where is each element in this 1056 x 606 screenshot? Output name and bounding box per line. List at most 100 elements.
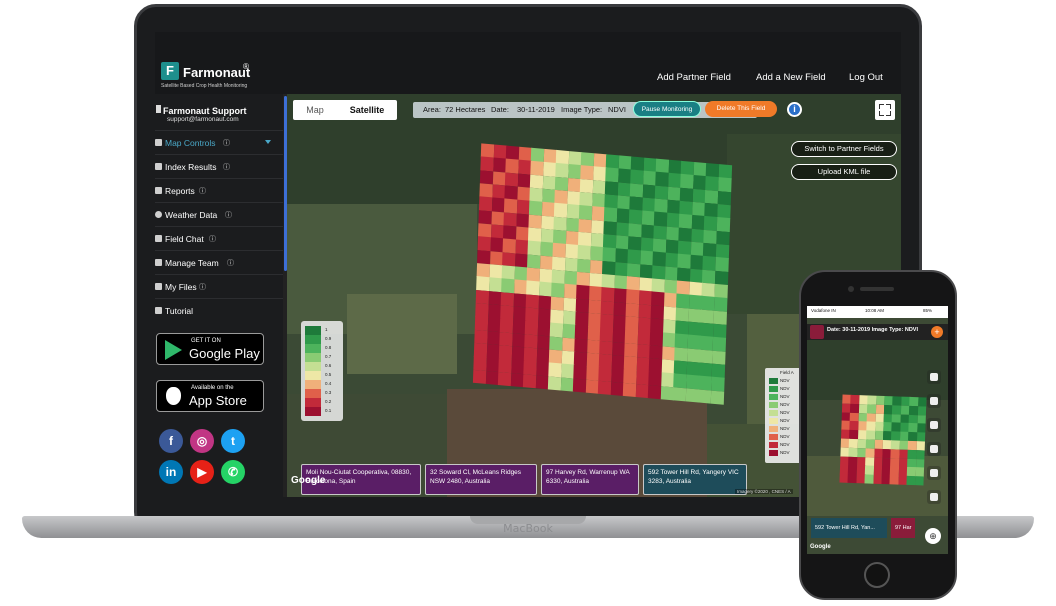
sidebar-item-map-controls[interactable]: Map Controls ⓘ — [155, 130, 283, 154]
sidebar-item-label: Reports — [165, 186, 195, 196]
legend-swatch — [305, 407, 321, 416]
legend-item: NDV — [780, 426, 790, 431]
carrier-text: Vodafone IN — [811, 308, 836, 313]
tutorial-icon — [155, 307, 162, 314]
chart-icon[interactable] — [927, 394, 941, 408]
sidebar-item-weather-data[interactable]: Weather Data ⓘ — [155, 202, 283, 226]
legend-swatch — [769, 394, 778, 400]
whatsapp-icon[interactable]: ✆ — [221, 460, 245, 484]
address-card[interactable]: 592 Tower Hill Rd, Yangery VIC 3283, Aus… — [643, 464, 747, 495]
legend-value: 0.9 — [325, 336, 332, 341]
laptop-screen: F Farmonaut ® Satellite Based Crop Healt… — [155, 32, 901, 497]
legend-value: 0.1 — [325, 408, 332, 413]
sidebar-item-tutorial[interactable]: Tutorial — [155, 298, 283, 322]
add-partner-field-link[interactable]: Add Partner Field — [657, 72, 731, 83]
support-email[interactable]: support@farmonaut.com — [167, 116, 239, 123]
upload-kml-button[interactable]: Upload KML file — [791, 164, 897, 180]
legend-swatch — [769, 402, 778, 408]
ndvi-cell — [710, 390, 724, 406]
phone-title: Date: 30-11-2019 Image Type: NDVI — [827, 327, 918, 333]
legend-value: 1 — [325, 327, 328, 332]
sidebar-item-label: My Files — [165, 282, 197, 292]
ndvi-cell — [585, 379, 599, 395]
chat-icon[interactable] — [927, 466, 941, 480]
sidebar-item-my-files[interactable]: My Files ⓘ — [155, 274, 283, 298]
phone-home-button[interactable] — [864, 562, 890, 588]
brand-name[interactable]: Farmonaut — [183, 65, 250, 80]
ndvi-field-overlay[interactable] — [839, 394, 927, 486]
add-new-field-link[interactable]: Add a New Field — [756, 72, 826, 83]
back-arrow-icon[interactable] — [810, 325, 824, 339]
twitter-icon[interactable]: t — [221, 429, 245, 453]
info-icon[interactable]: ⓘ — [225, 210, 232, 220]
farmonaut-logo-icon[interactable]: F — [161, 62, 179, 80]
legend-swatch — [305, 371, 321, 380]
cloud-icon[interactable] — [927, 442, 941, 456]
legend-swatch — [769, 386, 778, 392]
legend-item: NDV — [780, 442, 790, 447]
legend-swatch — [769, 450, 778, 456]
linkedin-icon[interactable]: in — [159, 460, 183, 484]
google-play-button[interactable]: GET IT ON Google Play — [156, 333, 264, 365]
legend-swatch — [769, 378, 778, 384]
registered-mark: ® — [243, 62, 249, 71]
fullscreen-icon[interactable] — [875, 100, 895, 120]
instagram-icon[interactable]: ◎ — [190, 429, 214, 453]
image-type-label: Image Type: — [561, 105, 603, 114]
phone-speaker — [860, 287, 894, 291]
ndvi-cell — [597, 380, 612, 396]
sidebar-item-reports[interactable]: Reports ⓘ — [155, 178, 283, 202]
report-icon[interactable] — [927, 418, 941, 432]
help-icon[interactable]: i — [787, 102, 802, 117]
info-icon[interactable]: ⓘ — [227, 258, 234, 268]
info-icon[interactable]: ⓘ — [209, 234, 216, 244]
info-icon[interactable]: ⓘ — [223, 138, 230, 148]
tab-satellite[interactable]: Satellite — [337, 100, 397, 120]
trash-icon[interactable] — [927, 490, 941, 504]
info-icon[interactable]: ⓘ — [199, 282, 206, 292]
legend-item: NDV — [780, 394, 790, 399]
sidebar-item-field-chat[interactable]: Field Chat ⓘ — [155, 226, 283, 250]
sidebar-item-label: Weather Data — [165, 210, 218, 220]
legend-item: NDV — [780, 378, 790, 383]
address-card[interactable]: 97 Har — [891, 518, 915, 538]
address-card[interactable]: 32 Soward Cl, McLeans Ridges NSW 2480, A… — [425, 464, 537, 495]
legend-item: NDV — [780, 402, 790, 407]
ndvi-cell — [547, 376, 562, 391]
sidebar-item-manage-team[interactable]: Manage Team ⓘ — [155, 250, 283, 274]
ndvi-field-overlay[interactable] — [472, 143, 732, 406]
app-store-button[interactable]: Available on the App Store — [156, 380, 264, 412]
youtube-icon[interactable]: ▶ — [190, 460, 214, 484]
status-bar: Vodafone IN 10:08 AM 85% — [807, 306, 948, 318]
cloud-icon — [155, 211, 162, 218]
legend-swatch — [305, 326, 321, 335]
sidebar-item-index-results[interactable]: Index Results ⓘ — [155, 154, 283, 178]
address-card[interactable]: 97 Harvey Rd, Warrenup WA 6330, Australi… — [541, 464, 639, 495]
switch-partner-fields-button[interactable]: Switch to Partner Fields — [791, 141, 897, 157]
info-icon[interactable]: ⓘ — [223, 162, 230, 172]
image-type-value: NDVI — [608, 105, 626, 114]
delete-field-button[interactable]: Delete This Field — [705, 101, 777, 117]
info-icon[interactable]: ⓘ — [199, 186, 206, 196]
gear-icon[interactable] — [927, 370, 941, 384]
ndvi-cell — [672, 386, 687, 402]
report-icon — [155, 187, 162, 194]
date-label: Date: — [491, 105, 509, 114]
address-card[interactable]: 592 Tower Hill Rd, Yan... — [811, 518, 887, 538]
sidebar-item-label: Manage Team — [165, 258, 219, 268]
ndvi-cell — [572, 378, 587, 394]
app-store-small-text: Available on the — [191, 385, 234, 391]
legend-value: 0.5 — [325, 372, 332, 377]
tab-map[interactable]: Map — [293, 100, 337, 120]
locate-icon[interactable]: ⊕ — [925, 528, 941, 544]
marketing-composite: MacBook F Farmonaut ® Satellite Based Cr… — [0, 0, 1056, 606]
add-icon[interactable]: + — [931, 326, 943, 338]
ndvi-cell — [560, 377, 574, 393]
pause-monitoring-button[interactable]: Pause Monitoring — [633, 101, 701, 117]
support-icon — [156, 105, 161, 113]
facebook-icon[interactable]: f — [159, 429, 183, 453]
legend-swatch — [305, 380, 321, 389]
log-out-link[interactable]: Log Out — [849, 72, 883, 83]
team-icon — [155, 259, 162, 266]
legend-item: NDV — [780, 386, 790, 391]
